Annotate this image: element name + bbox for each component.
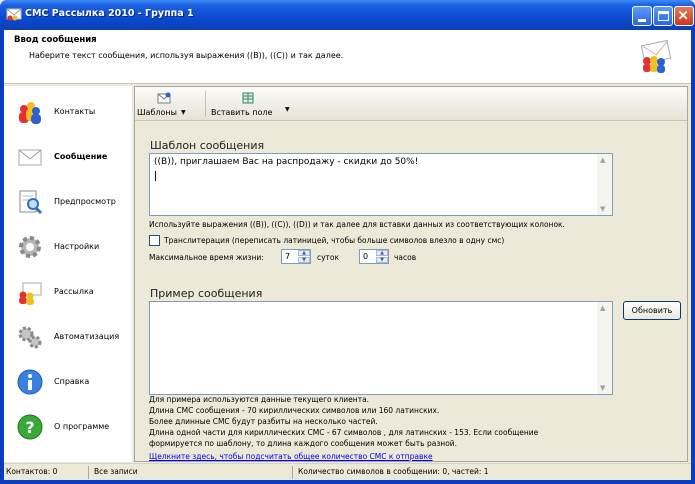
hours-stepper-buttons[interactable]: ▲ ▼ [376, 250, 388, 263]
info-icon [17, 369, 43, 395]
sidebar-item-about[interactable]: ? О программе [16, 413, 128, 443]
message-panel: Шаблоны ▼ Вставить поле ▼ Шаблон сообщен… [134, 86, 688, 462]
window-title: СМС Рассылка 2010 - Группа 1 [25, 8, 194, 19]
minimize-icon [638, 19, 646, 22]
status-chars: Количество символов в сообщении: 0, част… [298, 467, 489, 476]
gears-icon [18, 326, 42, 349]
text-caret [155, 171, 156, 181]
status-divider [88, 466, 89, 479]
template-text: ((В)), приглашаем Вас на распродажу - ск… [154, 157, 419, 167]
hours-stepper[interactable]: 0 ▲ ▼ [359, 249, 389, 264]
sidebar-item-label: О программе [54, 422, 110, 431]
sidebar-item-label: Автоматизация [54, 332, 120, 341]
sidebar-item-label: Предпросмотр [54, 197, 116, 206]
sidebar-item-label: Сообщение [54, 152, 108, 161]
templates-label: Шаблоны [137, 108, 177, 117]
sidebar-item-label: Настройки [54, 242, 100, 251]
hours-unit: часов [394, 253, 417, 262]
scroll-up-icon: ▲ [600, 156, 606, 164]
info-line: Для примера используются данные текущего… [149, 395, 370, 404]
insert-field-icon [242, 92, 254, 104]
scroll-up-icon: ▲ [600, 304, 606, 312]
example-textarea[interactable]: ▲ ▼ [149, 301, 613, 395]
scroll-down-icon: ▼ [600, 205, 606, 213]
spin-up-icon[interactable]: ▲ [376, 250, 388, 256]
template-scrollbar[interactable]: ▲ ▼ [597, 154, 612, 215]
info-line: Более длинные СМС будут разбиты на неско… [149, 417, 378, 426]
spin-down-icon[interactable]: ▼ [376, 257, 388, 263]
contacts-icon [19, 102, 41, 124]
transliteration-label: Транслитерация (переписать латиницей, чт… [164, 236, 505, 245]
app-envelope-icon [6, 8, 22, 21]
svg-text:?: ? [25, 418, 34, 437]
question-icon: ? [17, 414, 43, 440]
days-stepper-buttons[interactable]: ▲ ▼ [298, 250, 310, 263]
sidebar-item-help[interactable]: Справка [16, 368, 128, 398]
sidebar-item-automation[interactable]: Автоматизация [16, 323, 128, 353]
spin-up-icon[interactable]: ▲ [298, 250, 310, 256]
spin-down-icon[interactable]: ▼ [298, 257, 310, 263]
app-window: СМС Рассылка 2010 - Группа 1 Ввод сообще… [0, 0, 695, 484]
insert-field-button[interactable]: Вставить поле ▼ [207, 90, 295, 118]
info-line: формируется по шаблону, то длина каждого… [149, 439, 458, 448]
status-records: Все записи [94, 467, 138, 476]
chevron-down-icon: ▼ [285, 106, 290, 113]
minimize-button[interactable] [632, 6, 652, 26]
mailing-icon [19, 282, 42, 305]
lifetime-label: Максимальное время жизни: [149, 253, 264, 262]
title-bar[interactable]: СМС Рассылка 2010 - Группа 1 [0, 0, 695, 30]
maximize-button[interactable] [653, 6, 673, 26]
page-header: Ввод сообщения Наберите текст сообщения,… [4, 30, 691, 84]
template-section-title: Шаблон сообщения [150, 139, 265, 152]
envelope-icon [18, 149, 42, 166]
example-scrollbar[interactable]: ▲ ▼ [597, 302, 612, 394]
sidebar-item-label: Рассылка [54, 287, 94, 296]
close-button[interactable] [674, 6, 694, 26]
sidebar-item-contacts[interactable]: Контакты [16, 98, 128, 128]
sidebar-item-message[interactable]: Сообщение [16, 143, 128, 173]
templates-icon [157, 92, 171, 104]
page-title: Ввод сообщения [14, 35, 97, 45]
refresh-button[interactable]: Обновить [623, 301, 681, 320]
info-line: Длина СМС сообщения - 70 кириллических с… [149, 406, 440, 415]
preview-icon [19, 190, 43, 215]
insert-field-label: Вставить поле [211, 108, 273, 117]
sidebar: Контакты Сообщение Предпросмотр Настройк… [4, 86, 132, 462]
envelope-people-icon [640, 39, 672, 73]
sidebar-item-settings[interactable]: Настройки [16, 233, 128, 263]
templates-button[interactable]: Шаблоны ▼ [135, 90, 203, 118]
hours-value: 0 [363, 252, 369, 261]
status-divider [292, 466, 293, 479]
sidebar-item-label: Справка [54, 377, 90, 386]
toolbar: Шаблоны ▼ Вставить поле ▼ [135, 87, 687, 121]
template-textarea[interactable]: ((В)), приглашаем Вас на распродажу - ск… [149, 153, 613, 216]
transliteration-checkbox[interactable] [149, 235, 160, 246]
gear-icon [19, 236, 41, 258]
page-subtitle: Наберите текст сообщения, используя выра… [29, 51, 344, 60]
close-icon [678, 10, 688, 20]
days-unit: суток [317, 253, 340, 262]
sidebar-item-mailing[interactable]: Рассылка [16, 278, 128, 308]
status-bar: Контактов: 0 Все записи Количество симво… [4, 463, 691, 480]
sidebar-item-label: Контакты [54, 107, 96, 116]
sidebar-item-preview[interactable]: Предпросмотр [16, 188, 128, 218]
window-client: Ввод сообщения Наберите текст сообщения,… [4, 30, 691, 480]
template-hint: Используйте выражения ((В)), ((С)), ((D)… [149, 220, 565, 229]
count-sms-link[interactable]: Щелкните здесь, чтобы подсчитать общее к… [149, 452, 433, 461]
status-contacts: Контактов: 0 [6, 467, 58, 476]
chevron-down-icon: ▼ [181, 109, 186, 116]
days-value: 7 [285, 252, 291, 261]
toolbar-separator [205, 91, 206, 117]
scroll-down-icon: ▼ [600, 384, 606, 392]
info-line: Длина одной части для кириллических СМС … [149, 428, 539, 437]
days-stepper[interactable]: 7 ▲ ▼ [281, 249, 311, 264]
example-section-title: Пример сообщения [150, 287, 263, 300]
maximize-icon [658, 11, 669, 21]
